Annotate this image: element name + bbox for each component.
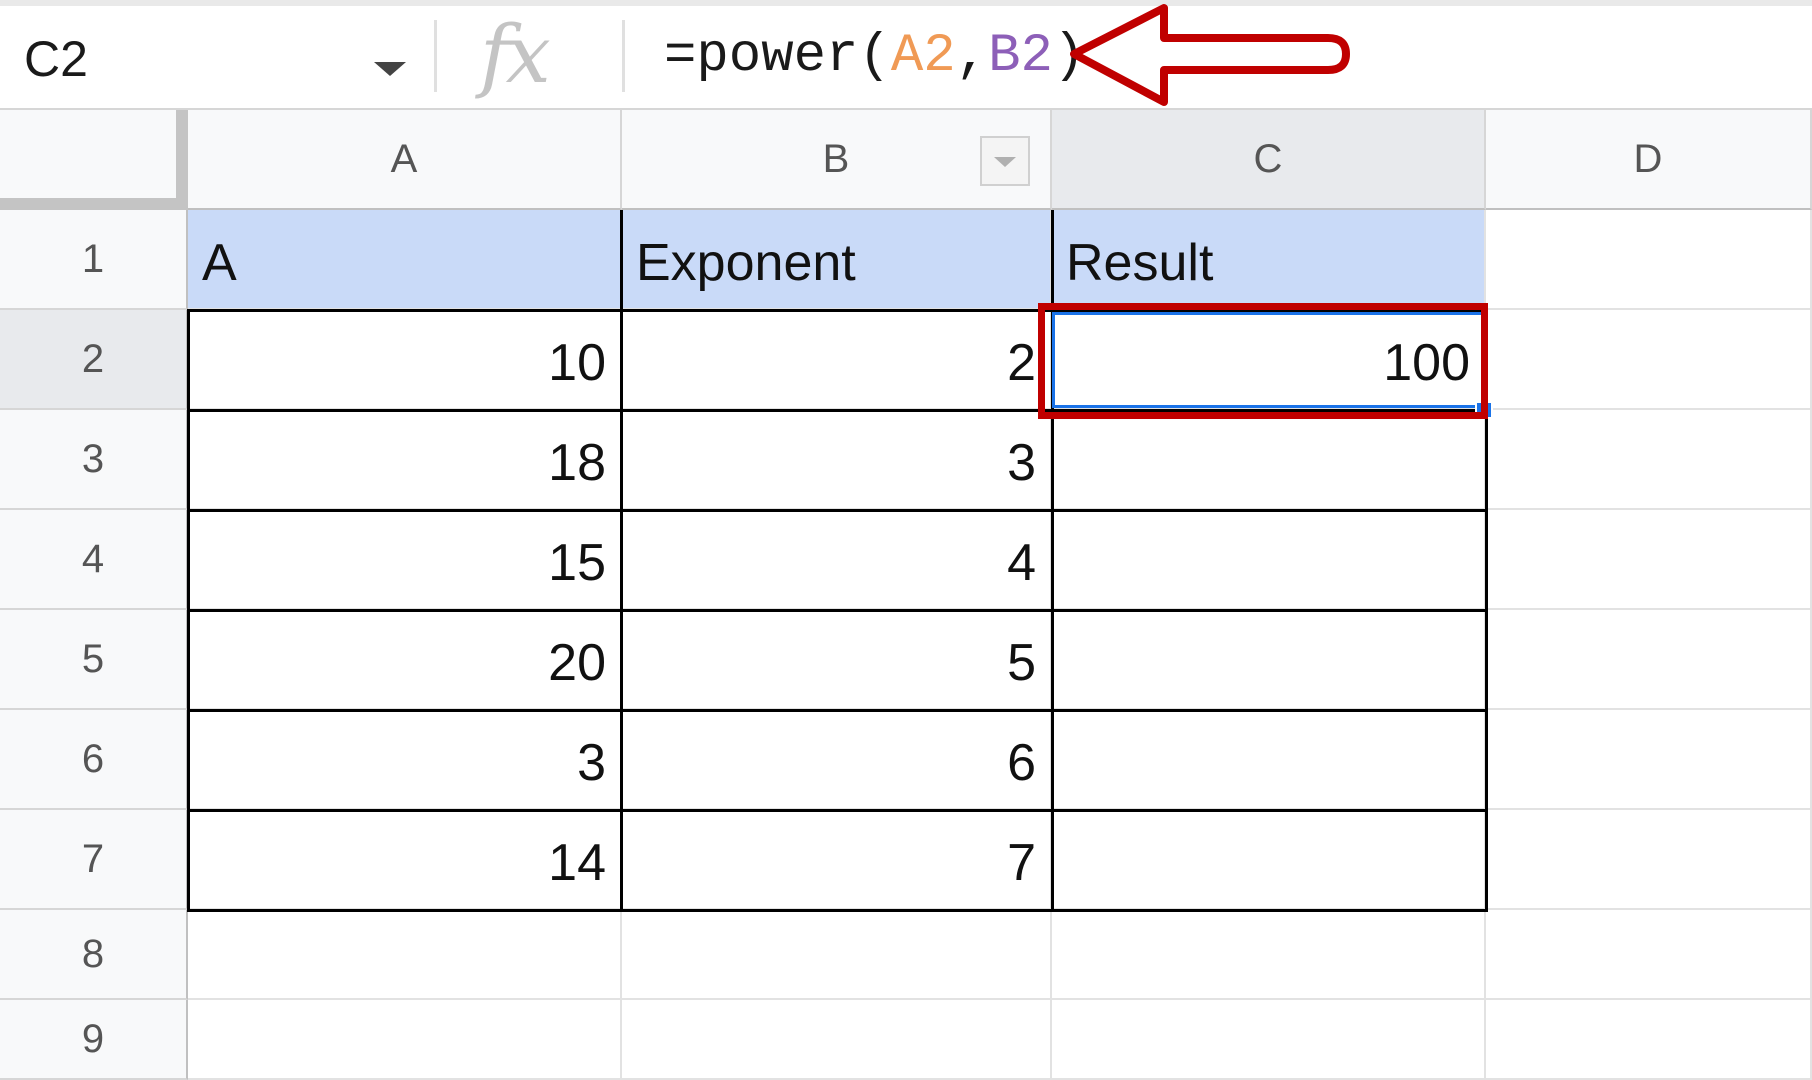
cell-d6[interactable] (1486, 710, 1812, 810)
spreadsheet-grid: A B C D 1 2 3 4 5 6 7 8 9 A Exponent Res… (0, 110, 1812, 1080)
cell-b5[interactable]: 5 (622, 610, 1052, 710)
cell-c3[interactable] (1052, 410, 1486, 510)
row-header-6[interactable]: 6 (0, 710, 188, 810)
cell-b7[interactable]: 7 (622, 810, 1052, 910)
cell-b2[interactable]: 2 (622, 310, 1052, 410)
table-border (188, 709, 1488, 712)
row-header-7[interactable]: 7 (0, 810, 188, 910)
cell-a7[interactable]: 14 (188, 810, 622, 910)
row-header-1[interactable]: 1 (0, 210, 188, 310)
cell-c8[interactable] (1052, 910, 1486, 1000)
cell-d1[interactable] (1486, 210, 1812, 310)
cell-a4[interactable]: 15 (188, 510, 622, 610)
cell-b8[interactable] (622, 910, 1052, 1000)
table-border (187, 309, 190, 912)
cell-c5[interactable] (1052, 610, 1486, 710)
cell-c6[interactable] (1052, 710, 1486, 810)
row-header-3[interactable]: 3 (0, 410, 188, 510)
cell-b1[interactable]: Exponent (622, 210, 1052, 310)
cell-c4[interactable] (1052, 510, 1486, 610)
formula-separator: , (955, 26, 989, 87)
cell-a8[interactable] (188, 910, 622, 1000)
annotation-arrow-icon (1070, 4, 1350, 106)
table-border (188, 909, 1488, 912)
cell-d4[interactable] (1486, 510, 1812, 610)
cell-a5[interactable]: 20 (188, 610, 622, 710)
formula-ref-a2: A2 (890, 26, 956, 87)
corner-edge (0, 198, 188, 210)
cell-c1[interactable]: Result (1052, 210, 1486, 310)
formula-input[interactable]: =power(A2,B2) (664, 26, 1085, 87)
select-all-corner[interactable] (0, 110, 188, 210)
table-border (188, 509, 1488, 512)
formula-ref-b2: B2 (988, 26, 1053, 87)
toolbar-edge (0, 0, 1812, 6)
cell-d9[interactable] (1486, 1000, 1812, 1080)
formula-prefix: =power( (664, 26, 891, 87)
row-header-9[interactable]: 9 (0, 1000, 188, 1080)
row-header-5[interactable]: 5 (0, 610, 188, 710)
cell-a3[interactable]: 18 (188, 410, 622, 510)
row-header-2[interactable]: 2 (0, 310, 188, 410)
cell-a9[interactable] (188, 1000, 622, 1080)
row-header-8[interactable]: 8 (0, 910, 188, 1000)
cell-d3[interactable] (1486, 410, 1812, 510)
cell-b6[interactable]: 6 (622, 710, 1052, 810)
chevron-down-icon[interactable] (374, 62, 406, 76)
table-border (188, 809, 1488, 812)
cell-b4[interactable]: 4 (622, 510, 1052, 610)
formula-bar: C2 fx =power(A2,B2) (0, 0, 1812, 110)
cell-b9[interactable] (622, 1000, 1052, 1080)
divider (622, 20, 625, 92)
corner-edge (176, 110, 188, 210)
row-header-4[interactable]: 4 (0, 510, 188, 610)
cell-b3[interactable]: 3 (622, 410, 1052, 510)
column-header-a[interactable]: A (188, 110, 622, 210)
cell-a1[interactable]: A (188, 210, 622, 310)
cell-c9[interactable] (1052, 1000, 1486, 1080)
fx-icon: fx (480, 8, 551, 101)
annotation-highlight-box (1038, 303, 1488, 419)
divider (434, 20, 437, 92)
cell-d7[interactable] (1486, 810, 1812, 910)
table-border (188, 609, 1488, 612)
name-box-value[interactable]: C2 (24, 30, 88, 88)
column-header-d[interactable]: D (1486, 110, 1812, 210)
cell-d2[interactable] (1486, 310, 1812, 410)
name-box[interactable]: C2 (0, 8, 432, 104)
table-border (620, 210, 623, 912)
cell-c7[interactable] (1052, 810, 1486, 910)
column-header-c[interactable]: C (1052, 110, 1486, 210)
cell-d8[interactable] (1486, 910, 1812, 1000)
cell-a6[interactable]: 3 (188, 710, 622, 810)
cell-a2[interactable]: 10 (188, 310, 622, 410)
cell-d5[interactable] (1486, 610, 1812, 710)
filter-dropdown-icon[interactable] (980, 136, 1030, 186)
